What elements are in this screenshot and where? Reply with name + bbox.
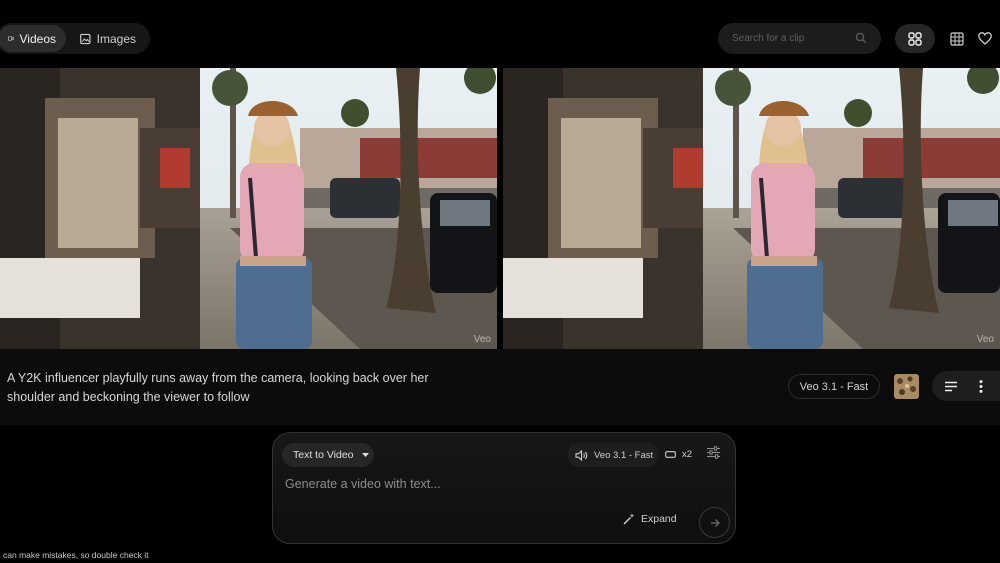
prompt-composer: Text to Video Veo 3.1 - Fast x2 Expand — [272, 432, 736, 544]
media-type-switch: Videos Images — [0, 23, 150, 54]
top-bar: Videos Images — [0, 0, 1000, 66]
expand-button[interactable]: Expand — [623, 513, 677, 525]
reuse-prompt-button[interactable] — [941, 376, 961, 396]
veo-watermark: Veo — [473, 334, 491, 345]
search-box — [718, 23, 881, 54]
street-scene-image — [0, 68, 497, 349]
tab-images[interactable]: Images — [70, 25, 146, 52]
model-chip[interactable]: Veo 3.1 - Fast — [788, 374, 880, 399]
generated-clip-2[interactable]: Veo — [503, 68, 1000, 349]
result-details: A Y2K influencer playfully runs away fro… — [0, 349, 1000, 425]
expand-label: Expand — [641, 513, 677, 525]
model-selector[interactable]: Veo 3.1 - Fast — [567, 443, 659, 467]
generation-mode-label: Text to Video — [293, 449, 354, 461]
more-options-button[interactable] — [971, 376, 991, 396]
veo-watermark: Veo — [976, 334, 994, 345]
output-count[interactable]: x2 — [665, 449, 692, 460]
generated-clip-1[interactable]: Veo — [0, 68, 497, 349]
view-grid-large-button[interactable] — [895, 24, 935, 53]
street-scene-image — [503, 68, 1000, 349]
heart-icon — [978, 32, 992, 45]
search-input[interactable] — [732, 33, 842, 44]
arrow-right-icon — [710, 518, 720, 527]
grid-large-icon — [908, 31, 922, 46]
more-vertical-icon — [979, 379, 983, 393]
generation-mode-dropdown[interactable]: Text to Video — [282, 443, 374, 467]
aspect-ratio-icon — [665, 451, 676, 458]
caret-down-icon — [361, 453, 369, 457]
tab-videos-label: Videos — [19, 31, 56, 46]
reference-thumbnail[interactable] — [894, 374, 919, 399]
tab-videos[interactable]: Videos — [0, 25, 66, 52]
model-selector-label: Veo 3.1 - Fast — [594, 449, 654, 461]
search-icon[interactable] — [855, 32, 867, 44]
output-count-label: x2 — [682, 449, 693, 460]
leopard-pattern-thumbnail — [894, 374, 919, 399]
grid-small-icon — [950, 31, 964, 46]
disclaimer-text: can make mistakes, so double check it — [3, 550, 149, 560]
settings-button[interactable] — [707, 446, 720, 464]
image-icon — [80, 33, 91, 44]
magic-wand-icon — [623, 513, 635, 525]
tab-images-label: Images — [96, 31, 136, 46]
send-button[interactable] — [699, 507, 730, 538]
notes-icon — [944, 381, 957, 391]
tune-sliders-icon — [707, 446, 720, 459]
view-grid-small-button[interactable] — [937, 24, 977, 53]
generation-prompt: A Y2K influencer playfully runs away fro… — [7, 371, 429, 404]
result-actions — [932, 371, 1000, 401]
prompt-input[interactable] — [285, 477, 685, 491]
video-camera-icon — [8, 36, 14, 41]
speaker-icon — [575, 449, 588, 461]
favorites-button[interactable] — [978, 24, 1000, 53]
